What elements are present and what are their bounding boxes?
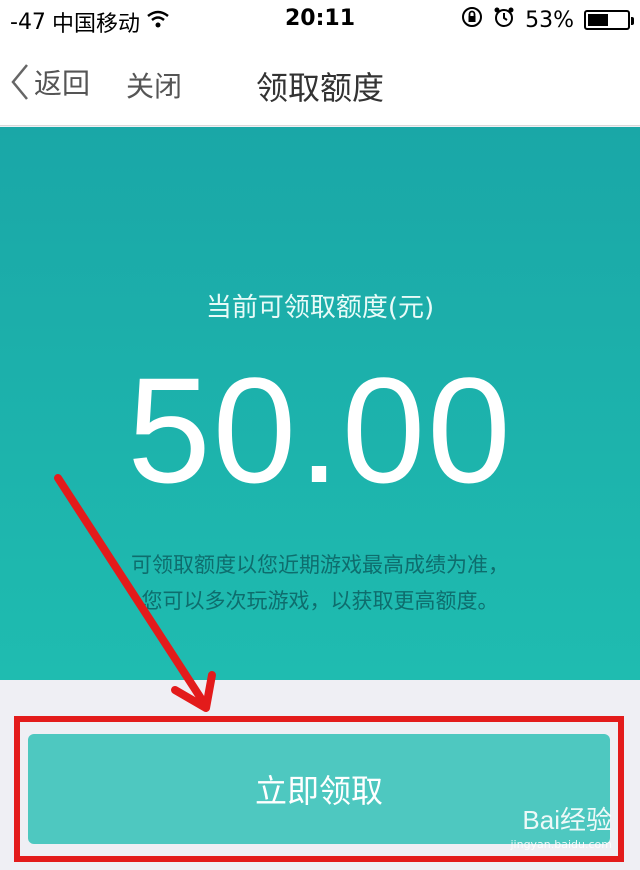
battery-percent: 53% [525,7,574,33]
page-title: 领取额度 [255,69,384,107]
battery-icon [584,10,634,30]
status-right: 53% [461,6,634,34]
quota-note-line-2: 您可以多次玩游戏，以获取更高额度。 [141,589,499,613]
quota-panel: 当前可领取额度(元) 50.00 可领取额度以您近期游戏最高成绩为准， 您可以多… [0,127,640,680]
baidu-watermark: Bai经验 [522,805,612,835]
alarm-icon [493,6,515,34]
nav-bar: 返回 关闭 领取额度 [0,40,640,126]
battery-fill [588,14,609,26]
quota-note-line-1: 可领取额度以您近期游戏最高成绩为准， [131,553,509,577]
rotation-lock-icon [461,6,483,34]
quota-note: 可领取额度以您近期游戏最高成绩为准， 您可以多次玩游戏，以获取更高额度。 [0,547,640,619]
quota-amount: 50.00 [127,346,513,514]
baidu-watermark-url: jingyan.baidu.com [510,838,612,851]
quota-label: 当前可领取额度(元) [205,293,435,323]
status-bar: -47 中国移动 20:11 53% [0,0,640,40]
